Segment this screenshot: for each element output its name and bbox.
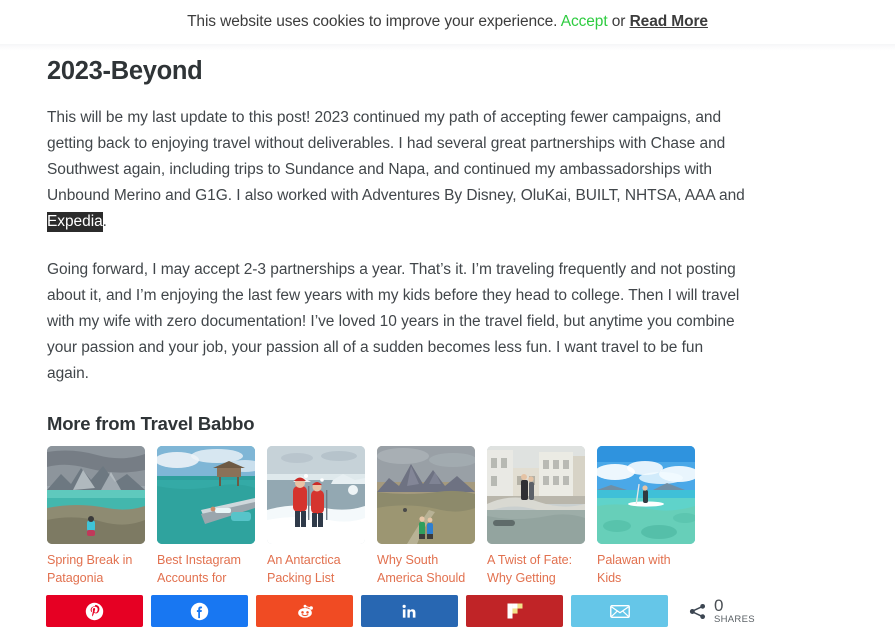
- related-post-title[interactable]: Why South America Should Be Your Next: [377, 551, 475, 589]
- share-button-linkedin[interactable]: [361, 595, 458, 627]
- cookie-accept-link[interactable]: Accept: [561, 13, 608, 30]
- page-title: 2023-Beyond: [47, 57, 203, 85]
- related-thumbnail-spain[interactable]: [487, 445, 585, 544]
- share-nodes-icon[interactable]: [688, 602, 707, 621]
- cookie-separator: or: [611, 13, 626, 30]
- share-count-group[interactable]: 0 SHARES: [688, 597, 755, 625]
- list-item[interactable]: Palawan with Kids: [597, 445, 695, 589]
- related-thumbnail-instagram-accounts[interactable]: [157, 445, 255, 544]
- share-button-facebook[interactable]: [151, 595, 248, 627]
- share-count-number: 0: [714, 596, 724, 616]
- share-button-reddit[interactable]: [256, 595, 353, 627]
- antarctica-image: [267, 445, 365, 544]
- flipboard-icon: [507, 603, 522, 619]
- patagonia-lake-image: [47, 445, 145, 544]
- share-count-text: 0 SHARES: [714, 597, 755, 625]
- reddit-icon: [297, 604, 313, 618]
- list-item[interactable]: Spring Break in Patagonia: [47, 445, 145, 589]
- related-thumbnail-south-america[interactable]: [377, 445, 475, 544]
- share-button-email[interactable]: [571, 595, 668, 627]
- related-post-title[interactable]: A Twist of Fate: Why Getting Robbed in S…: [487, 551, 585, 589]
- overwater-bungalow-image: [157, 445, 255, 544]
- paragraph-1-text-after: .: [102, 212, 107, 230]
- list-item[interactable]: An Antarctica Packing List: [267, 445, 365, 589]
- share-button-flipboard[interactable]: [466, 595, 563, 627]
- related-post-title[interactable]: Best Instagram Accounts for Family Trave…: [157, 551, 255, 589]
- list-item[interactable]: Best Instagram Accounts for Family Trave…: [157, 445, 255, 589]
- article-paragraph-2: Going forward, I may accept 2-3 partners…: [47, 260, 740, 382]
- palawan-paddleboard-image: [597, 445, 695, 544]
- spain-bridge-image: [487, 445, 585, 544]
- article-paragraph-1: This will be my last update to this post…: [47, 105, 747, 235]
- related-post-title[interactable]: Spring Break in Patagonia: [47, 551, 145, 588]
- share-button-pinterest[interactable]: [46, 595, 143, 627]
- cookie-consent-banner: This website uses cookies to improve you…: [0, 0, 895, 51]
- list-item[interactable]: Why South America Should Be Your Next: [377, 445, 475, 589]
- cookie-banner-text: This website uses cookies to improve you…: [187, 13, 708, 31]
- related-posts-heading: More from Travel Babbo: [47, 412, 255, 434]
- paragraph-1-text-before: This will be my last update to this post…: [47, 108, 745, 204]
- selected-text-expedia[interactable]: Expedia: [47, 211, 103, 232]
- social-share-bar: 0 SHARES: [46, 595, 755, 627]
- cookie-read-more-link[interactable]: Read More: [630, 13, 708, 30]
- list-item[interactable]: A Twist of Fate: Why Getting Robbed in S…: [487, 445, 585, 589]
- related-post-title[interactable]: An Antarctica Packing List: [267, 551, 365, 588]
- envelope-icon: [609, 604, 630, 618]
- share-count-label: SHARES: [714, 614, 755, 626]
- related-post-title[interactable]: Palawan with Kids: [597, 551, 695, 588]
- related-thumbnail-palawan[interactable]: [597, 445, 695, 544]
- article-body: 2023-Beyond This will be my last update …: [0, 44, 895, 589]
- linkedin-icon: [402, 604, 416, 618]
- related-posts-row: Spring Break in Patagonia Best Instagram…: [47, 445, 767, 589]
- pinterest-icon: [85, 602, 104, 620]
- related-thumbnail-antarctica[interactable]: [267, 445, 365, 544]
- article-content-column: 2023-Beyond This will be my last update …: [47, 56, 747, 589]
- related-thumbnail-patagonia[interactable]: [47, 445, 145, 544]
- south-america-hikers-image: [377, 445, 475, 544]
- facebook-icon: [190, 602, 209, 620]
- cookie-message: This website uses cookies to improve you…: [187, 13, 558, 30]
